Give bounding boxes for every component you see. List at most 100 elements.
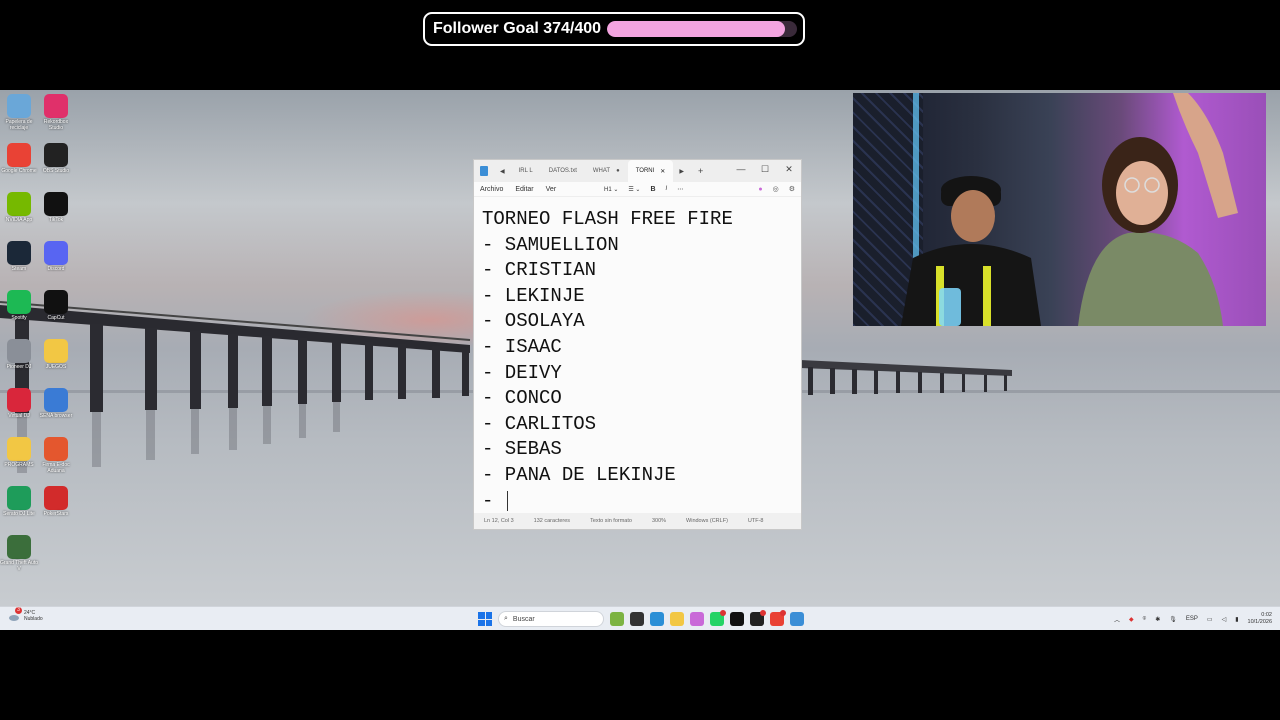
show-hidden-icons-icon[interactable]: ︿ [1114, 615, 1120, 624]
desktop-icon-label: Steam [11, 266, 27, 272]
close-tab-icon[interactable]: ✕ [660, 168, 665, 175]
tab-scroll-right-icon[interactable]: ▶ [673, 168, 690, 175]
text-format[interactable]: Texto sin formato [580, 518, 642, 524]
minimize-icon[interactable]: — [729, 160, 753, 182]
desktop-icon[interactable]: Steam [0, 241, 38, 272]
firma-icon [44, 437, 68, 461]
more-options-icon[interactable]: ⋯ [677, 186, 683, 193]
widgets-icon[interactable] [610, 612, 624, 626]
notepad-window[interactable]: ◀ IRL L DATOS.txt WHAT ● TORNI ✕ ▶ + — ☐ ✕… [473, 159, 802, 530]
file-explorer-icon[interactable] [670, 612, 684, 626]
copilot-icon[interactable] [690, 612, 704, 626]
notepad-icon[interactable] [790, 612, 804, 626]
display-icon[interactable]: ▭ [1207, 616, 1213, 623]
char-count: 132 caracteres [533, 518, 571, 524]
encoding[interactable]: UTF-8 [738, 518, 774, 524]
notepad-app-icon [480, 166, 488, 176]
zoom-level[interactable]: 300% [642, 518, 676, 524]
battery-icon[interactable]: ▮ [1235, 616, 1238, 623]
desktop-icon[interactable]: Virtual DJ [0, 388, 38, 419]
edge-icon[interactable] [650, 612, 664, 626]
text-line: - DEIVY [482, 361, 801, 387]
tab-scroll-left-icon[interactable]: ◀ [494, 168, 511, 175]
desktop-icon-label: Grand Theft Auto V [0, 560, 38, 572]
account-icon[interactable]: ◎ [773, 185, 779, 193]
maximize-icon[interactable]: ☐ [753, 160, 777, 182]
text-line-content: - OSOLAYA [482, 310, 585, 333]
microphone-icon[interactable]: 🎙︎ [1169, 616, 1177, 623]
copilot-icon[interactable]: ● [758, 186, 762, 193]
serato-icon [7, 486, 31, 510]
taskbar-search[interactable]: ⌕ Buscar [498, 611, 604, 627]
tab-label: DATOS.txt [548, 168, 577, 174]
desktop-icon[interactable]: CapCut [37, 290, 75, 321]
tab-torni[interactable]: TORNI ✕ [627, 160, 674, 182]
tab-datos[interactable]: DATOS.txt [541, 160, 585, 182]
menu-editar[interactable]: Editar [509, 186, 539, 193]
desktop-icon[interactable]: OBS Studio [37, 143, 75, 174]
desktop-icon[interactable]: JUEGOS [37, 339, 75, 370]
windows-start-icon[interactable] [478, 612, 492, 626]
notepad-text-area[interactable]: TORNEO FLASH FREE FIRE - SAMUELLION - CRIS… [474, 197, 801, 514]
desktop-icon[interactable]: Discord [37, 241, 75, 272]
text-line-content: TORNEO FLASH FREE FIRE [482, 208, 733, 230]
desktop-icon[interactable]: Pioneer DJ [0, 339, 38, 370]
volume-icon[interactable]: ◁ [1222, 616, 1227, 623]
gta-icon [7, 535, 31, 559]
tab-what[interactable]: WHAT ● [585, 160, 628, 182]
task-view-icon[interactable] [630, 612, 644, 626]
taskbar-clock[interactable]: 0:02 10/1/2026 [1248, 612, 1272, 626]
text-line-content: - CONCO [482, 387, 562, 410]
notepad-right-tools: ● ◎ ⚙ [758, 182, 795, 196]
line-ending[interactable]: Windows (CRLF) [676, 518, 738, 524]
notification-badge [760, 610, 766, 616]
menu-archivo[interactable]: Archivo [474, 186, 509, 193]
settings-gear-icon[interactable]: ⚙ [789, 185, 795, 193]
text-line: - [482, 489, 801, 515]
desktop-icon[interactable]: Google Chrome [0, 143, 38, 174]
heading-dropdown[interactable]: H1 ⌄ [604, 186, 618, 193]
new-tab-button[interactable]: + [690, 166, 711, 176]
unsaved-dot-icon: ● [616, 168, 620, 174]
tray-app-icon[interactable]: ◆ [1129, 616, 1134, 623]
text-line: - LEKINJE [482, 284, 801, 310]
bluetooth-icon[interactable]: ✱ [1155, 616, 1160, 623]
desktop-icon-label: Virtual DJ [8, 413, 30, 419]
desktop-icon-label: Discord [47, 266, 65, 272]
desktop-icon[interactable]: PokerStars [37, 486, 75, 517]
list-dropdown-icon[interactable]: ☰ ⌄ [628, 186, 640, 193]
desktop-icon[interactable]: Firma E-doc Aduana [37, 437, 75, 474]
whatsapp-icon[interactable] [710, 610, 726, 626]
tiktok-icon [44, 192, 68, 216]
bold-button[interactable]: B [650, 186, 655, 193]
menu-ver[interactable]: Ver [540, 186, 563, 193]
desktop-icon[interactable]: Rekordbox Studio [37, 94, 75, 131]
tab-irl[interactable]: IRL L [511, 160, 541, 182]
text-line: - SEBAS [482, 437, 801, 463]
text-line-content: - CRISTIAN [482, 259, 597, 282]
weather-widget[interactable]: 3 24°C Nublado [8, 607, 43, 622]
desktop-icon[interactable]: Serato DJ Lite [0, 486, 38, 517]
desktop-icon[interactable]: PROGRAMS [0, 437, 38, 468]
text-caret [506, 490, 508, 511]
recycle-bin-icon [7, 94, 31, 118]
desktop-icon[interactable]: TikTok [37, 192, 75, 223]
desktop-icon[interactable]: NVIDIA App [0, 192, 38, 223]
desktop-icon-label: TikTok [48, 217, 64, 223]
chrome-icon[interactable] [770, 610, 786, 626]
nvidia-icon [7, 192, 31, 216]
language-indicator[interactable]: ESP [1186, 616, 1198, 622]
close-icon[interactable]: ✕ [777, 160, 801, 182]
network-icon[interactable]: ⌾ [1143, 616, 1147, 623]
desktop-icon[interactable]: SENA browser [37, 388, 75, 419]
virtualdj-icon [7, 388, 31, 412]
text-line-content: - [482, 489, 505, 512]
obs-icon[interactable] [750, 610, 766, 626]
desktop-icon[interactable]: Papelera de reciclaje [0, 94, 38, 131]
desktop-icon[interactable]: Grand Theft Auto V [0, 535, 38, 572]
tiktok-icon[interactable] [730, 612, 744, 626]
text-line: - ISAAC [482, 335, 801, 361]
desktop-icon[interactable]: Spotify [0, 290, 38, 321]
italic-button[interactable]: I [666, 186, 668, 192]
notepad-status-bar: Ln 12, Col 3 132 caracteres Texto sin fo… [474, 513, 801, 529]
